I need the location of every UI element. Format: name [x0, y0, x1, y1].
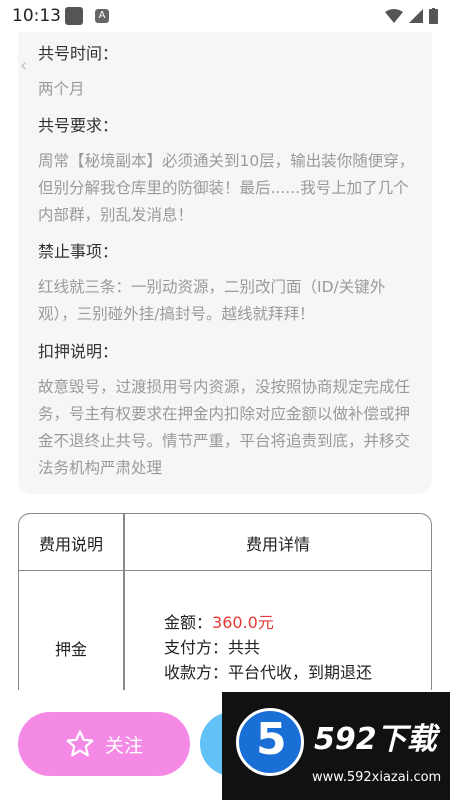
status-time: 10:13 — [12, 6, 61, 26]
section-title: 共号要求： — [38, 116, 119, 135]
battery-icon — [429, 8, 438, 24]
amount-line: 金额：360.0元 — [164, 610, 372, 635]
section-title: 禁止事项： — [38, 242, 119, 261]
amount-label: 金额： — [164, 613, 213, 632]
section-text: 两个月 — [38, 80, 85, 98]
star-icon — [66, 730, 94, 757]
app-notification-icon — [65, 7, 83, 25]
follow-label: 关注 — [104, 734, 143, 757]
watermark-logo: 5 592下载 www.592xiazai.com — [222, 692, 450, 800]
amount-value: 360.0元 — [212, 613, 274, 632]
payer-line: 支付方：共共 — [164, 638, 261, 657]
status-bar: 10:13 A — [0, 0, 450, 32]
section-text: 周常【秘境副本】必须通关到10层，输出装你随便穿，但别分解我仓库里的防御装！最后… — [38, 152, 415, 224]
back-arrow-icon[interactable]: ‹ — [20, 55, 27, 76]
payee-line: 收款方：平台代收，到期退还 — [164, 663, 373, 682]
deposit-label: 押金 — [54, 640, 87, 659]
status-icons — [385, 8, 438, 24]
logo-brand: 592下载 — [314, 722, 437, 757]
fee-table: 费用说明 费用详情 押金 金额：360.0元 支付方：共共 收款方：平台代收，到… — [18, 513, 432, 714]
section-text: 红线就三条：一别动资源，二别改门面（ID/关键外观），三别碰外挂/搞封号。越线就… — [38, 278, 386, 323]
text-notification-icon: A — [95, 9, 109, 23]
section-time: 共号时间： 两个月 — [38, 40, 418, 103]
logo-url: www.592xiazai.com — [312, 770, 442, 785]
logo-badge-number: 5 — [256, 714, 287, 765]
fee-header-right: 费用详情 — [245, 535, 310, 554]
signal-icon — [409, 9, 423, 23]
wifi-icon — [385, 9, 403, 23]
section-requirements: 共号要求： 周常【秘境副本】必须通关到10层，输出装你随便穿，但别分解我仓库里的… — [38, 112, 418, 229]
section-text: 故意毁号，过渡损用号内资源，没按照协商规定完成任务，号主有权要求在押金内扣除对应… — [38, 378, 411, 477]
fee-header-left: 费用说明 — [38, 535, 103, 554]
section-title: 扣押说明： — [38, 342, 119, 361]
section-prohibited: 禁止事项： 红线就三条：一别动资源，二别改门面（ID/关键外观），三别碰外挂/搞… — [38, 238, 418, 328]
info-card: 共号时间： 两个月 共号要求： 周常【秘境副本】必须通关到10层，输出装你随便穿… — [18, 32, 432, 494]
section-deduction: 扣押说明： 故意毁号，过渡损用号内资源，没按照协商规定完成任务，号主有权要求在押… — [38, 338, 418, 482]
follow-button[interactable]: 关注 — [18, 712, 190, 776]
fee-details: 金额：360.0元 支付方：共共 收款方：平台代收，到期退还 — [164, 610, 372, 685]
section-title: 共号时间： — [38, 44, 119, 63]
